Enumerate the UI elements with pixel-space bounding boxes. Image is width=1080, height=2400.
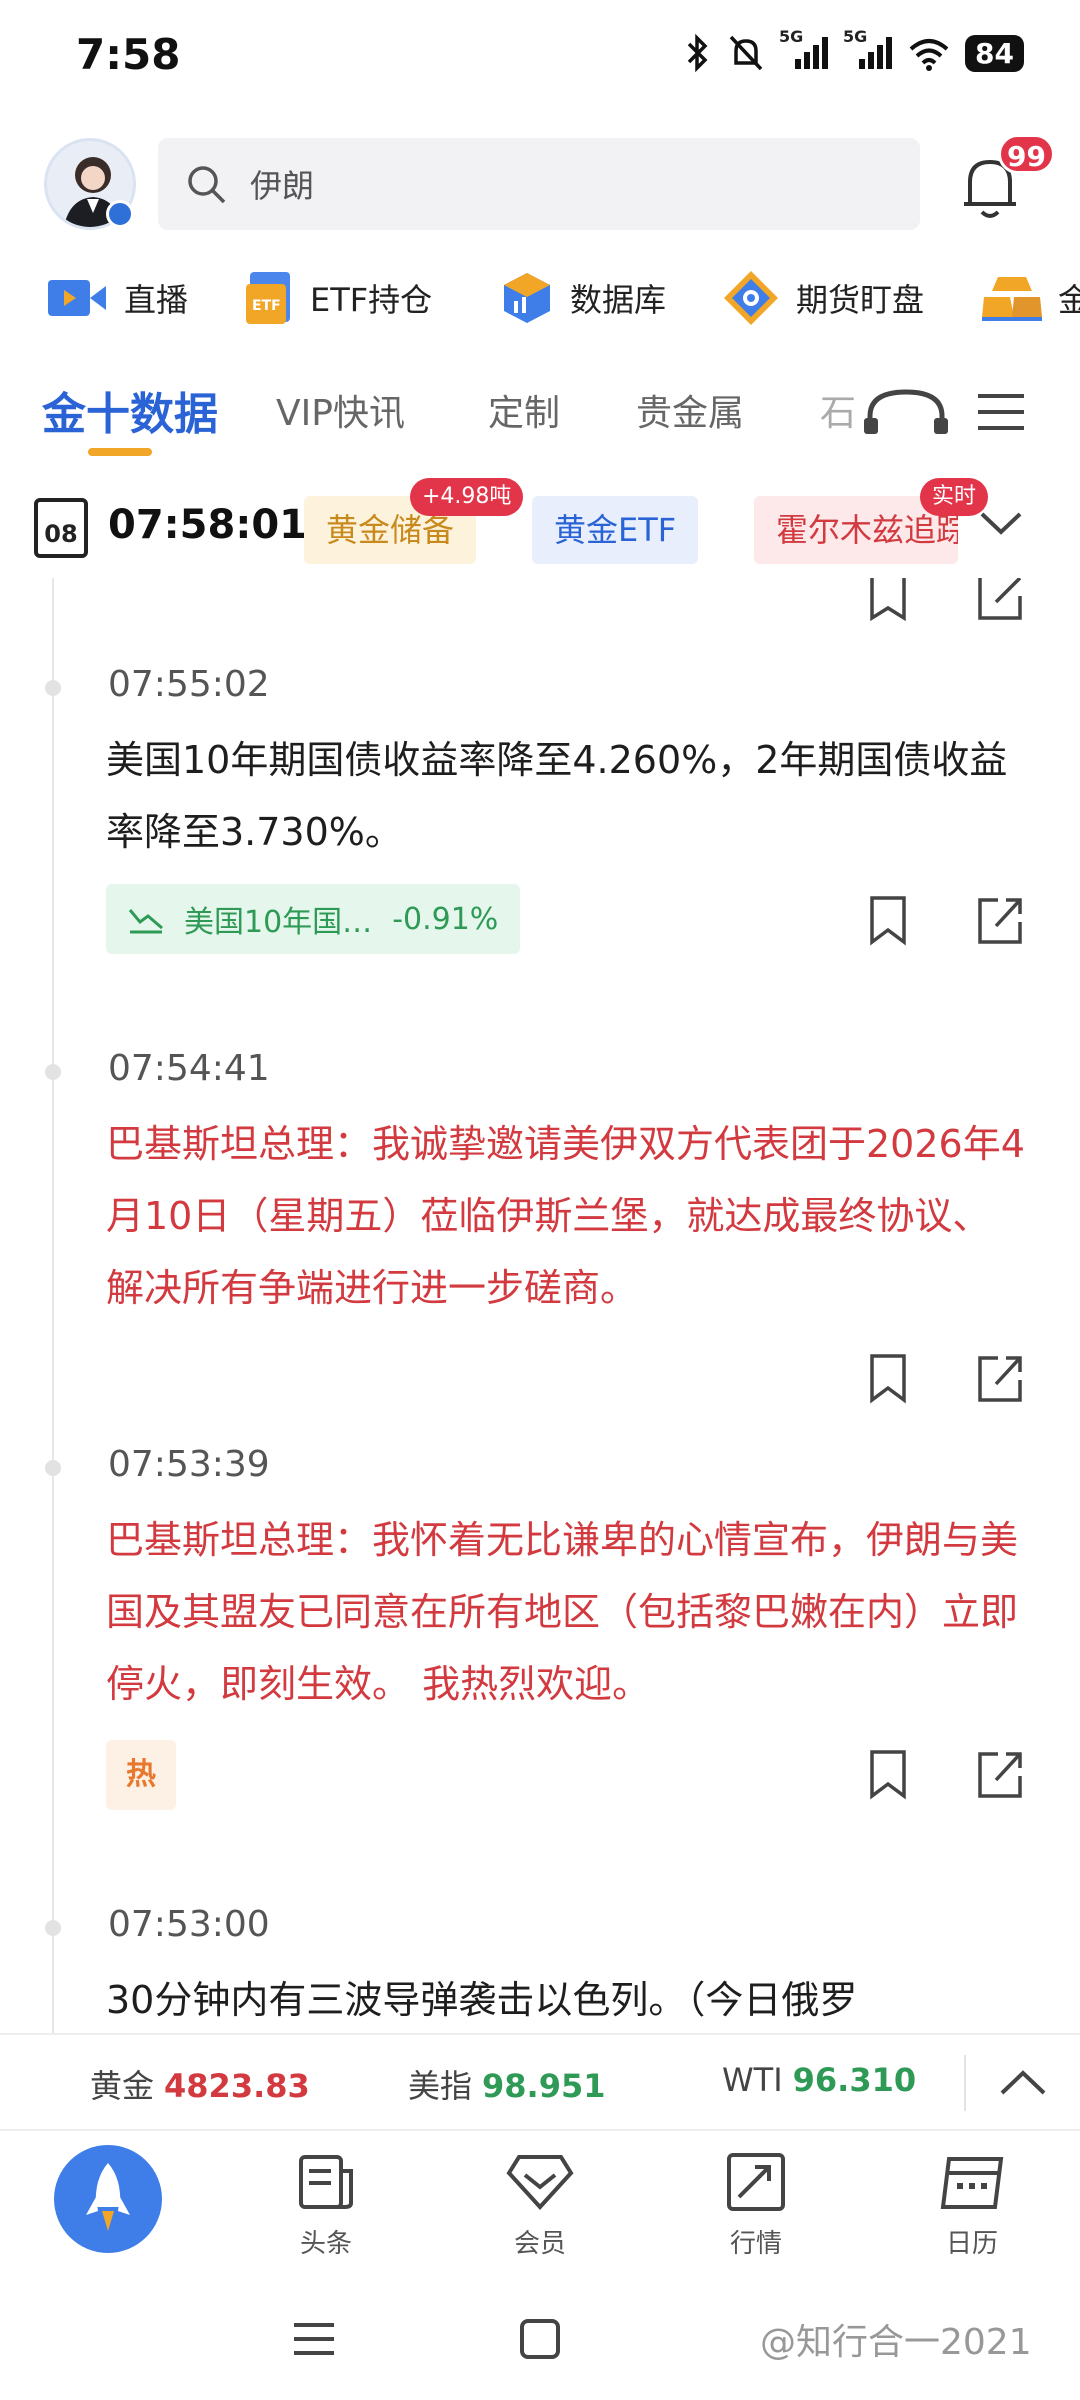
timeline-dot	[45, 1064, 61, 1080]
timeline-dot	[45, 1460, 61, 1476]
signal-1-icon: 5G	[779, 27, 829, 73]
vip-diamond-icon	[506, 2155, 574, 2210]
system-nav-bar: @知行合一2021	[0, 2279, 1080, 2400]
price-gold[interactable]: 黄金 4823.83	[90, 2061, 310, 2107]
headphones-icon[interactable]	[856, 386, 956, 436]
chip-gold-etf[interactable]: 黄金ETF	[532, 496, 699, 564]
quote-tag[interactable]: 美国10年国… -0.91%	[106, 884, 521, 954]
recent-apps-icon[interactable]	[292, 2319, 336, 2359]
share-icon[interactable]	[976, 894, 1024, 946]
divider	[964, 2055, 966, 2111]
svg-text:ETF: ETF	[252, 298, 281, 314]
tab-vip-news[interactable]: VIP快讯	[276, 384, 405, 436]
quick-nav-etf[interactable]: ETF ETF持仓	[244, 268, 432, 328]
timeline-dot	[45, 680, 61, 696]
rocket-icon	[86, 2163, 130, 2231]
bookmark-icon[interactable]	[864, 894, 912, 946]
calendar-icon[interactable]: 08	[34, 498, 88, 558]
wifi-icon	[909, 39, 949, 71]
active-tab-indicator	[88, 448, 152, 456]
live-clock: 07:58:01	[108, 502, 307, 548]
news-time: 07:53:00	[108, 1904, 270, 1945]
quick-nav-futures[interactable]: 期货盯盘	[722, 268, 924, 328]
battery-indicator: 84	[965, 34, 1024, 72]
bookmark-icon[interactable]	[864, 1352, 912, 1404]
share-icon[interactable]	[976, 1748, 1024, 1800]
nav-calendar[interactable]: 日历	[902, 2151, 1042, 2260]
notification-count-badge: 99	[998, 134, 1055, 174]
ticker-row: 08 07:58:01 黄金储备 +4.98吨 黄金ETF 霍尔木兹追踪 实时	[0, 478, 1080, 578]
status-time: 7:58	[76, 30, 181, 79]
quick-nav: 直播 ETF ETF持仓 数据库 期货盯盘 金	[0, 258, 1080, 338]
home-rocket-button[interactable]	[54, 2145, 162, 2253]
price-bar[interactable]: 黄金 4823.83 美指 98.951 WTI 96.310	[0, 2033, 1080, 2129]
nav-headlines[interactable]: 头条	[256, 2151, 396, 2260]
status-bar: 7:58 5G 5G 84	[0, 0, 1080, 110]
bluetooth-icon	[687, 33, 708, 73]
etf-icon: ETF	[246, 272, 290, 324]
verified-badge-icon	[106, 200, 134, 228]
market-trend-icon	[727, 2153, 785, 2211]
headline-icon	[299, 2155, 353, 2209]
menu-icon[interactable]	[976, 392, 1026, 432]
news-time: 07:54:41	[108, 1048, 270, 1089]
tab-jin10-data[interactable]: 金十数据	[42, 378, 218, 442]
news-text[interactable]: 美国10年期国债收益率降至4.260%，2年期国债收益率降至3.730%。	[106, 724, 1026, 868]
search-placeholder: 伊朗	[250, 167, 315, 205]
category-tabs: 金十数据 VIP快讯 定制 贵金属 石	[0, 370, 1080, 460]
mute-bell-icon	[729, 35, 763, 71]
tab-oil[interactable]: 石	[820, 384, 856, 436]
app-header: 伊朗 99	[0, 130, 1080, 240]
search-icon	[188, 166, 226, 204]
bookmark-icon[interactable]	[864, 578, 912, 630]
live-video-icon	[48, 280, 106, 316]
share-icon[interactable]	[976, 1352, 1024, 1404]
price-dxy[interactable]: 美指 98.951	[408, 2061, 606, 2107]
futures-target-icon	[724, 271, 778, 325]
tab-custom[interactable]: 定制	[488, 384, 560, 436]
news-time: 07:53:39	[108, 1444, 270, 1485]
tab-precious-metals[interactable]: 贵金属	[636, 384, 744, 436]
nav-market[interactable]: 行情	[686, 2151, 826, 2260]
quick-nav-gold[interactable]: 金	[982, 268, 1080, 328]
hot-tag: 热	[106, 1740, 176, 1810]
signal-2-icon: 5G	[843, 27, 893, 73]
timeline-line	[52, 578, 54, 2033]
search-bar[interactable]: 伊朗	[158, 138, 920, 230]
calendar-icon	[940, 2157, 1004, 2209]
chip-gold-reserve-badge: +4.98吨	[410, 478, 524, 516]
news-text[interactable]: 30分钟内有三波导弹袭击以色列。（今日俄罗	[106, 1964, 1026, 2033]
quick-nav-live[interactable]: 直播	[46, 268, 188, 328]
database-cube-icon	[504, 273, 550, 323]
bottom-nav: 头条 会员 行情 日历	[0, 2129, 1080, 2279]
quick-nav-database[interactable]: 数据库	[500, 268, 666, 328]
chevron-down-icon[interactable]	[978, 508, 1024, 538]
bookmark-icon[interactable]	[864, 1748, 912, 1800]
timeline-dot	[45, 1920, 61, 1936]
status-icons: 5G 5G 84	[683, 27, 1024, 76]
watermark: @知行合一2021	[760, 2322, 1032, 2363]
news-time: 07:55:02	[108, 664, 270, 705]
home-square-icon[interactable]	[518, 2317, 562, 2361]
chevron-up-icon[interactable]	[998, 2067, 1048, 2097]
gold-bars-icon	[982, 277, 1042, 321]
share-icon[interactable]	[976, 578, 1024, 630]
trend-down-icon	[128, 909, 163, 934]
price-wti[interactable]: WTI 96.310	[722, 2061, 916, 2099]
news-feed[interactable]: 07:55:02 美国10年期国债收益率降至4.260%，2年期国债收益率降至3…	[0, 578, 1080, 2033]
news-text-important[interactable]: 巴基斯坦总理：我怀着无比谦卑的心情宣布，伊朗与美国及其盟友已同意在所有地区（包括…	[106, 1504, 1026, 1720]
nav-membership[interactable]: 会员	[470, 2151, 610, 2260]
news-text-important[interactable]: 巴基斯坦总理：我诚挚邀请美伊双方代表团于2026年4月10日（星期五）莅临伊斯兰…	[106, 1108, 1026, 1324]
